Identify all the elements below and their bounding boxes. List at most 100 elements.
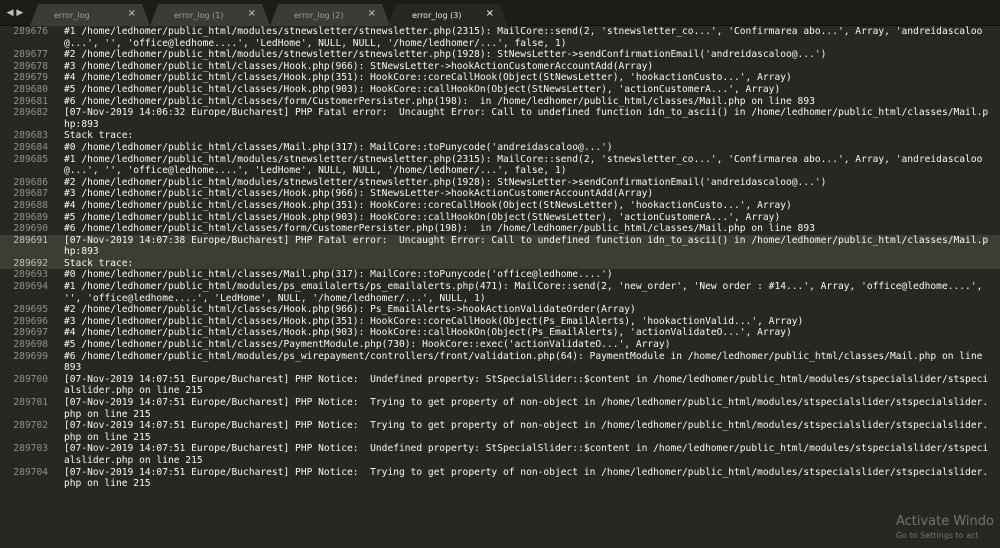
editor-line[interactable]: 289701 [07-Nov-2019 14:07:51 Europe/Bucha…: [0, 397, 1000, 420]
line-text[interactable]: #6 /home/ledhomer/public_html/classes/fo…: [64, 223, 992, 235]
line-number: 289700: [13, 373, 48, 385]
close-icon[interactable]: ×: [128, 8, 136, 19]
line-text[interactable]: #0 /home/ledhomer/public_html/classes/Ma…: [64, 142, 992, 154]
line-text[interactable]: #3 /home/ledhomer/public_html/classes/Ho…: [64, 61, 992, 73]
line-number: 289696: [13, 315, 48, 327]
close-icon[interactable]: ×: [248, 8, 256, 19]
line-text[interactable]: Stack trace:: [64, 258, 992, 270]
tab-nav-arrows-icon[interactable]: ◀ ▶: [4, 5, 26, 21]
tab-label: error_log (2): [294, 10, 344, 20]
line-text[interactable]: #5 /home/ledhomer/public_html/classes/Ho…: [64, 212, 992, 224]
editor-line[interactable]: 289681 #6 /home/ledhomer/public_html/clas…: [0, 96, 1000, 108]
tab-label: error_log: [54, 10, 90, 20]
editor-line[interactable]: 289697 #4 /home/ledhomer/public_html/clas…: [0, 327, 1000, 339]
line-text[interactable]: [07-Nov-2019 14:06:32 Europe/Bucharest] …: [64, 107, 992, 130]
line-number: 289682: [13, 107, 48, 119]
line-number: 289701: [13, 397, 48, 408]
tab-error-log-3[interactable]: error_log (3) ×: [388, 4, 508, 27]
editor-line[interactable]: 289680 #5 /home/ledhomer/public_html/clas…: [0, 84, 1000, 96]
line-text[interactable]: #5 /home/ledhomer/public_html/classes/Pa…: [64, 339, 992, 351]
editor-line[interactable]: 289704 [07-Nov-2019 14:07:51 Europe/Bucha…: [0, 467, 1000, 490]
close-icon[interactable]: ×: [368, 8, 376, 19]
editor-line[interactable]: 289696 #3 /home/ledhomer/public_html/clas…: [0, 316, 1000, 328]
editor-line[interactable]: 289683 Stack trace:: [0, 130, 1000, 142]
editor-line[interactable]: 289676 #1 /home/ledhomer/public_html/modu…: [0, 26, 1000, 49]
line-number: 289703: [13, 443, 48, 455]
line-text[interactable]: #1 /home/ledhomer/public_html/modules/st…: [64, 154, 992, 177]
line-number: 289698: [13, 339, 48, 351]
line-number: 289704: [13, 466, 48, 478]
editor-line[interactable]: 289692 Stack trace:: [0, 257, 1000, 270]
editor-line[interactable]: 289694 #1 /home/ledhomer/public_html/modu…: [0, 281, 1000, 304]
line-text[interactable]: #1 /home/ledhomer/public_html/modules/st…: [64, 26, 992, 49]
line-number: 289688: [13, 199, 48, 211]
line-text[interactable]: #4 /home/ledhomer/public_html/classes/Ho…: [64, 327, 992, 339]
editor-line[interactable]: 289700 [07-Nov-2019 14:07:51 Europe/Bucha…: [0, 374, 1000, 397]
tab-error-log-1[interactable]: error_log (1) ×: [150, 4, 270, 26]
line-text[interactable]: #4 /home/ledhomer/public_html/classes/Ho…: [64, 200, 992, 212]
line-text[interactable]: #2 /home/ledhomer/public_html/classes/Ho…: [64, 304, 992, 316]
line-text[interactable]: #5 /home/ledhomer/public_html/classes/Ho…: [64, 84, 992, 96]
editor-line[interactable]: 289677 #2 /home/ledhomer/public_html/modu…: [0, 49, 1000, 61]
editor-line[interactable]: 289693 #0 /home/ledhomer/public_html/clas…: [0, 269, 1000, 281]
line-number: 289680: [13, 83, 48, 95]
tab-label: error_log (3): [412, 11, 462, 20]
line-text[interactable]: #1 /home/ledhomer/public_html/modules/ps…: [64, 281, 992, 304]
line-number: 289684: [13, 141, 48, 153]
close-icon[interactable]: ×: [486, 8, 494, 19]
line-number: 289694: [13, 281, 48, 293]
line-text[interactable]: [07-Nov-2019 14:07:51 Europe/Bucharest] …: [64, 443, 992, 466]
line-text[interactable]: #2 /home/ledhomer/public_html/modules/st…: [64, 49, 992, 61]
line-number: 289678: [13, 60, 48, 72]
line-text[interactable]: [07-Nov-2019 14:07:51 Europe/Bucharest] …: [64, 397, 992, 420]
line-text[interactable]: #3 /home/ledhomer/public_html/classes/Ho…: [64, 316, 992, 328]
editor-line[interactable]: 289685 #1 /home/ledhomer/public_html/modu…: [0, 154, 1000, 177]
editor-line[interactable]: 289682 [07-Nov-2019 14:06:32 Europe/Bucha…: [0, 107, 1000, 130]
editor-line[interactable]: 289691 [07-Nov-2019 14:07:38 Europe/Bucha…: [0, 234, 1000, 258]
editor-line[interactable]: 289679 #4 /home/ledhomer/public_html/clas…: [0, 72, 1000, 84]
editor-line[interactable]: 289684 #0 /home/ledhomer/public_html/clas…: [0, 142, 1000, 154]
line-number: 289677: [13, 49, 48, 61]
editor-line[interactable]: 289686 #2 /home/ledhomer/public_html/modu…: [0, 177, 1000, 189]
editor-line[interactable]: 289678 #3 /home/ledhomer/public_html/clas…: [0, 61, 1000, 73]
editor-line[interactable]: 289698 #5 /home/ledhomer/public_html/clas…: [0, 339, 1000, 351]
line-text[interactable]: Stack trace:: [64, 130, 992, 142]
editor-line[interactable]: 289695 #2 /home/ledhomer/public_html/clas…: [0, 304, 1000, 316]
editor-line[interactable]: 289699 #6 /home/ledhomer/public_html/modu…: [0, 351, 1000, 374]
line-number: 289679: [13, 72, 48, 84]
text-editor[interactable]: 289676 #1 /home/ledhomer/public_html/modu…: [0, 26, 1000, 548]
line-number: 289693: [13, 269, 48, 281]
tab-error-log-2[interactable]: error_log (2) ×: [270, 4, 390, 26]
line-text[interactable]: #2 /home/ledhomer/public_html/modules/st…: [64, 177, 992, 189]
editor-line[interactable]: 289702 [07-Nov-2019 14:07:51 Europe/Bucha…: [0, 420, 1000, 443]
line-text[interactable]: #0 /home/ledhomer/public_html/classes/Ma…: [64, 269, 992, 281]
editor-line[interactable]: 289688 #4 /home/ledhomer/public_html/clas…: [0, 200, 1000, 212]
line-text[interactable]: #4 /home/ledhomer/public_html/classes/Ho…: [64, 72, 992, 84]
line-number: 289683: [13, 130, 48, 142]
line-number: 289685: [13, 153, 48, 165]
editor-line[interactable]: 289689 #5 /home/ledhomer/public_html/clas…: [0, 212, 1000, 224]
editor-line[interactable]: 289703 [07-Nov-2019 14:07:51 Europe/Bucha…: [0, 443, 1000, 466]
line-number: 289692: [13, 257, 48, 269]
line-number: 289699: [13, 350, 48, 362]
line-number: 289687: [13, 188, 48, 200]
tab-label: error_log (1): [174, 10, 224, 20]
line-text[interactable]: [07-Nov-2019 14:07:51 Europe/Bucharest] …: [64, 420, 992, 443]
line-number: 289697: [13, 327, 48, 339]
line-text[interactable]: [07-Nov-2019 14:07:51 Europe/Bucharest] …: [64, 467, 992, 490]
line-number: 289691: [13, 234, 48, 246]
line-text[interactable]: #3 /home/ledhomer/public_html/classes/Ho…: [64, 188, 992, 200]
line-number: 289690: [13, 223, 48, 235]
line-number: 289689: [13, 211, 48, 223]
line-text[interactable]: #6 /home/ledhomer/public_html/classes/fo…: [64, 96, 992, 108]
line-text[interactable]: [07-Nov-2019 14:07:51 Europe/Bucharest] …: [64, 374, 992, 397]
tab-error-log[interactable]: error_log ×: [30, 4, 150, 26]
editor-line[interactable]: 289687 #3 /home/ledhomer/public_html/clas…: [0, 188, 1000, 200]
line-number: 289695: [13, 304, 48, 316]
editor-line[interactable]: 289690 #6 /home/ledhomer/public_html/clas…: [0, 223, 1000, 235]
line-text[interactable]: #6 /home/ledhomer/public_html/modules/ps…: [64, 351, 992, 374]
line-number: 289702: [13, 420, 48, 432]
line-text[interactable]: [07-Nov-2019 14:07:38 Europe/Bucharest] …: [64, 235, 992, 258]
editor-lines[interactable]: 289676 #1 /home/ledhomer/public_html/modu…: [0, 26, 1000, 490]
line-number: 289686: [13, 176, 48, 188]
